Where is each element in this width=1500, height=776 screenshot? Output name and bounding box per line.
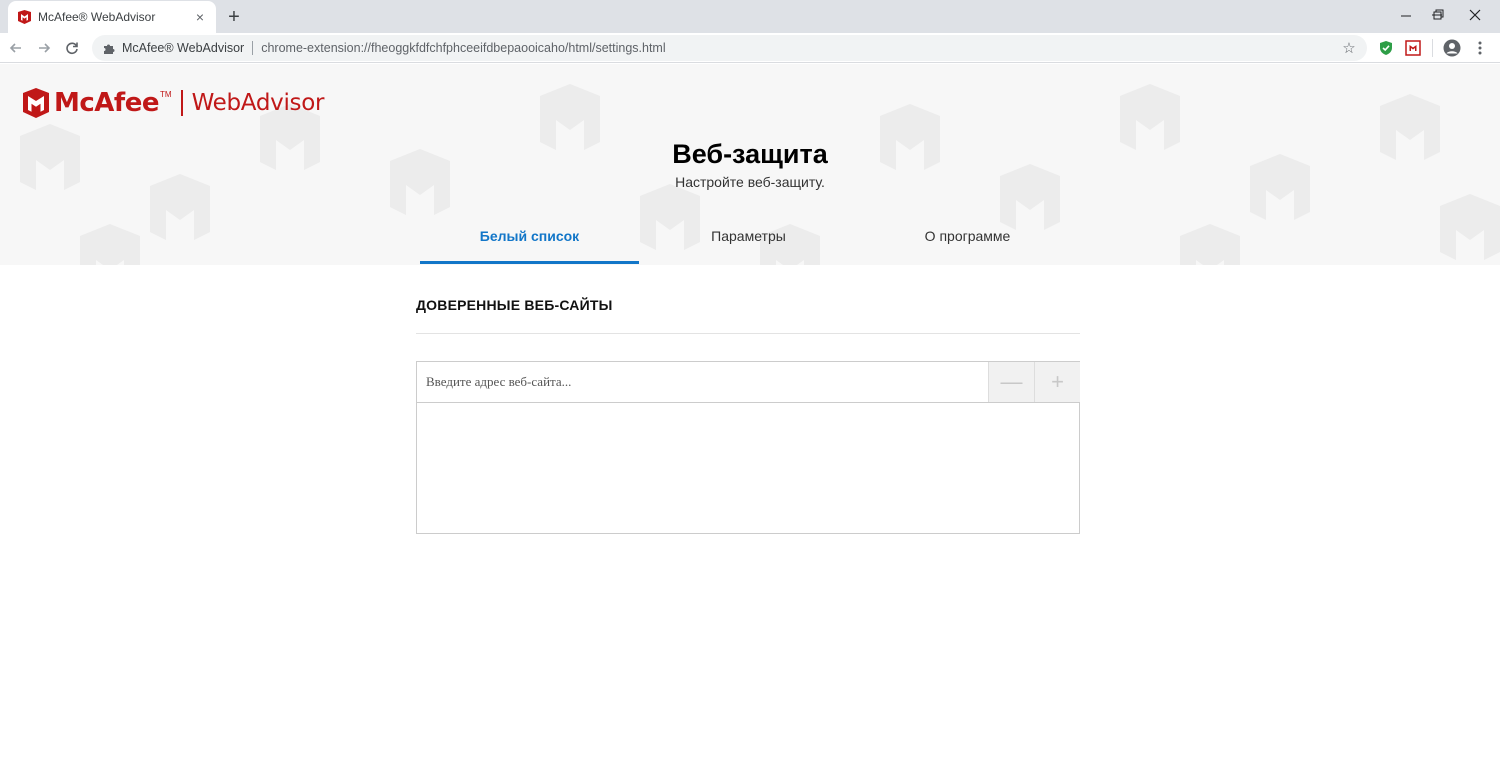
mcafee-extension-icon[interactable] bbox=[1403, 38, 1423, 58]
profile-avatar-icon[interactable] bbox=[1442, 38, 1462, 58]
section-divider bbox=[416, 333, 1080, 334]
omnibox-url[interactable]: chrome-extension://fheoggkfdfchfphceeifd… bbox=[261, 41, 1337, 55]
browser-tab[interactable]: McAfee® WebAdvisor × bbox=[8, 1, 216, 33]
website-address-input[interactable] bbox=[417, 362, 988, 402]
omnibox-site-name: McAfee® WebAdvisor bbox=[122, 41, 245, 55]
brand-divider bbox=[180, 90, 183, 116]
minus-icon: — bbox=[1000, 369, 1023, 394]
mcafee-webadvisor-logo: McAfee TM WebAdvisor bbox=[23, 88, 324, 118]
extension-puzzle-icon bbox=[102, 41, 116, 55]
remove-site-button[interactable]: — bbox=[988, 362, 1034, 402]
close-tab-icon[interactable]: × bbox=[192, 9, 208, 25]
plus-icon: + bbox=[1051, 369, 1064, 394]
browser-tab-strip: McAfee® WebAdvisor × + bbox=[0, 0, 1500, 33]
back-icon[interactable] bbox=[4, 36, 28, 60]
restore-glyph bbox=[1433, 9, 1444, 20]
mcafee-shield-icon bbox=[16, 9, 32, 25]
trusted-sites-list[interactable] bbox=[416, 402, 1080, 534]
brand-name: McAfee bbox=[54, 88, 160, 118]
active-tab-indicator bbox=[420, 261, 639, 264]
tab-about[interactable]: О программе bbox=[858, 228, 1077, 264]
toolbar-divider bbox=[1432, 39, 1433, 57]
page-title: Веб-защита bbox=[672, 139, 828, 169]
page-subtitle: Настройте веб-защиту. bbox=[675, 174, 825, 190]
forward-icon[interactable] bbox=[32, 36, 56, 60]
tab-whitelist[interactable]: Белый список bbox=[420, 228, 639, 264]
brand-trademark: TM bbox=[160, 90, 172, 99]
add-site-row: — + bbox=[416, 361, 1080, 403]
window-controls bbox=[1401, 9, 1481, 21]
new-tab-button[interactable]: + bbox=[222, 5, 246, 29]
browser-toolbar: McAfee® WebAdvisor chrome-extension://fh… bbox=[0, 33, 1500, 63]
mcafee-shield-logo-icon bbox=[23, 88, 49, 118]
close-window-glyph bbox=[1469, 9, 1481, 21]
bookmark-star-icon[interactable]: ☆ bbox=[1337, 36, 1361, 60]
browser-menu-icon[interactable] bbox=[1470, 38, 1490, 58]
product-name: WebAdvisor bbox=[191, 90, 325, 116]
tab-title: McAfee® WebAdvisor bbox=[38, 10, 156, 24]
add-site-button[interactable]: + bbox=[1034, 362, 1080, 402]
reload-icon[interactable] bbox=[60, 36, 84, 60]
omnibox-divider bbox=[252, 41, 254, 55]
webadvisor-check-shield-icon[interactable] bbox=[1376, 38, 1396, 58]
trusted-sites-heading: ДОВЕРЕННЫЕ ВЕБ-САЙТЫ bbox=[416, 297, 613, 313]
address-bar[interactable]: McAfee® WebAdvisor chrome-extension://fh… bbox=[92, 35, 1367, 61]
tab-settings[interactable]: Параметры bbox=[639, 228, 858, 264]
